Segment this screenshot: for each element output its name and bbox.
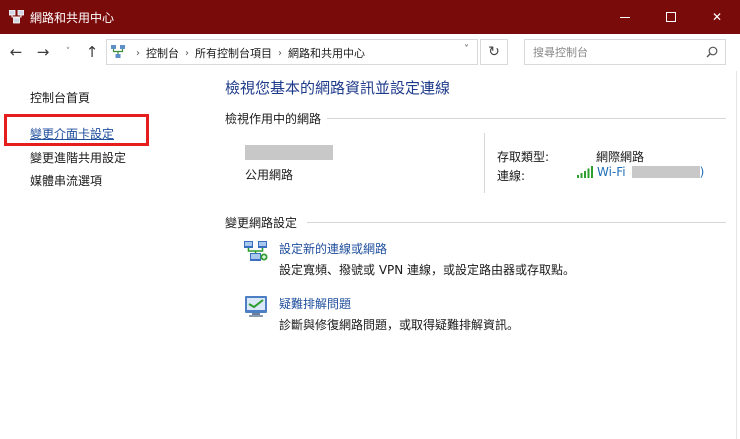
back-arrow-icon: ← xyxy=(9,43,23,61)
setup-new-connection-description: 設定寬頻、撥號或 VPN 連線，或設定路由器或存取點。 xyxy=(279,263,576,277)
breadcrumb: › 控制台 › 所有控制台項目 › 網路和共用中心 xyxy=(130,45,365,61)
recent-locations-button[interactable]: ˅ xyxy=(58,42,78,62)
breadcrumb-control-panel[interactable]: 控制台 xyxy=(146,45,179,61)
section-divider xyxy=(320,118,726,119)
refresh-icon: ↻ xyxy=(488,44,500,60)
access-type-label: 存取類型: xyxy=(497,150,550,164)
forward-button[interactable]: → xyxy=(33,42,53,62)
sidebar-item-media-streaming[interactable]: 媒體串流選項 xyxy=(30,172,102,189)
minimize-icon xyxy=(620,16,630,18)
vertical-divider xyxy=(484,133,485,193)
network-center-icon xyxy=(9,10,24,24)
refresh-button[interactable]: ↻ xyxy=(480,39,508,65)
close-button[interactable]: ✕ xyxy=(694,0,740,34)
breadcrumb-all-items[interactable]: 所有控制台項目 xyxy=(195,45,272,61)
breadcrumb-separator[interactable]: › xyxy=(185,48,189,59)
network-type-link[interactable]: 公用網路 xyxy=(245,166,293,183)
wifi-label: Wi-Fi xyxy=(597,165,626,179)
back-button[interactable]: ← xyxy=(6,42,26,62)
section-divider xyxy=(307,222,726,223)
network-setup-icon xyxy=(244,241,268,261)
connection-label: 連線: xyxy=(497,169,526,183)
minimize-button[interactable] xyxy=(602,0,648,34)
forward-arrow-icon: → xyxy=(36,43,50,61)
sidebar: 控制台首頁 變更介面卡設定 變更進階共用設定 媒體串流選項 xyxy=(0,71,210,439)
chevron-down-icon: ˅ xyxy=(65,47,71,57)
window-title: 網路和共用中心 xyxy=(30,11,115,25)
sidebar-item-advanced-sharing[interactable]: 變更進階共用設定 xyxy=(30,149,126,166)
sidebar-item-change-adapter-settings[interactable]: 變更介面卡設定 xyxy=(30,125,114,142)
navigation-bar: ← → ˅ ↑ › 控制台 › 所有控制台項目 › 網路和共用中心 ˅ ↻ xyxy=(0,34,740,71)
address-dropdown-icon[interactable]: ˅ xyxy=(464,44,469,55)
search-input[interactable] xyxy=(533,44,693,60)
setup-new-connection-link[interactable]: 設定新的連線或網路 xyxy=(279,240,387,257)
wifi-connection-link[interactable]: Wi-Fi ) xyxy=(576,165,704,179)
window-right-border xyxy=(736,71,737,439)
sidebar-item-control-panel-home[interactable]: 控制台首頁 xyxy=(30,89,90,106)
address-bar[interactable]: › 控制台 › 所有控制台項目 › 網路和共用中心 ˅ xyxy=(106,39,478,65)
up-button[interactable]: ↑ xyxy=(82,42,102,62)
wifi-signal-icon xyxy=(577,166,593,178)
access-type-value: 網際網路 xyxy=(596,150,645,164)
network-name-redacted xyxy=(245,145,333,160)
wifi-label-suffix: ) xyxy=(699,165,705,179)
change-settings-heading: 變更網路設定 xyxy=(225,214,304,231)
wifi-ssid-redacted xyxy=(631,166,700,178)
close-icon: ✕ xyxy=(711,10,723,24)
troubleshoot-icon xyxy=(245,296,267,317)
maximize-icon xyxy=(666,12,676,22)
search-icon[interactable] xyxy=(706,46,718,58)
troubleshoot-problems-description: 診斷與修復網路問題，或取得疑難排解資訊。 xyxy=(279,318,520,332)
troubleshoot-problems-link[interactable]: 疑難排解問題 xyxy=(279,295,351,312)
search-box[interactable] xyxy=(524,39,726,65)
up-arrow-icon: ↑ xyxy=(85,43,99,61)
breadcrumb-separator[interactable]: › xyxy=(278,48,282,59)
breadcrumb-separator: › xyxy=(136,47,140,59)
active-networks-heading: 檢視作用中的網路 xyxy=(225,110,328,127)
control-panel-icon xyxy=(111,45,125,58)
breadcrumb-network-center[interactable]: 網路和共用中心 xyxy=(288,45,365,61)
maximize-button[interactable] xyxy=(648,0,694,34)
page-title: 檢視您基本的網路資訊並設定連線 xyxy=(225,79,451,97)
title-bar: 網路和共用中心 ✕ xyxy=(0,0,740,34)
main-content: 檢視您基本的網路資訊並設定連線 檢視作用中的網路 公用網路 存取類型: 網際網路… xyxy=(210,71,740,439)
